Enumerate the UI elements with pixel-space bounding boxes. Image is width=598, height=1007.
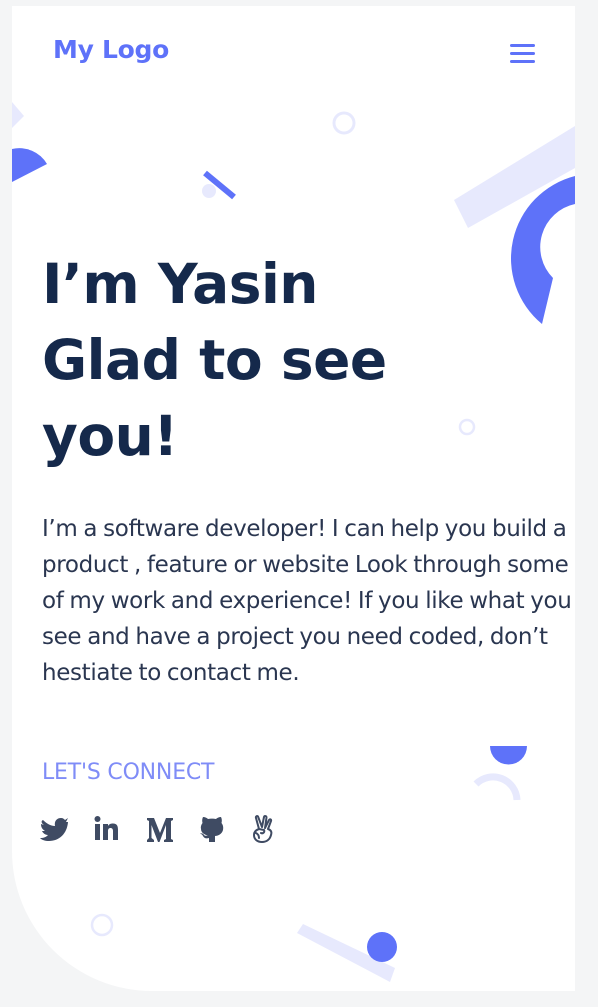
menu-bar bbox=[510, 52, 535, 55]
deco-band-right bbox=[454, 126, 575, 228]
hero-title-line-1: I’m Yasin bbox=[42, 252, 318, 316]
menu-bar bbox=[510, 44, 535, 47]
lets-connect-link[interactable]: LET'S CONNECT bbox=[42, 760, 214, 785]
hero-title-line-3: you! bbox=[42, 404, 178, 468]
deco-arc-bottom-right bbox=[473, 773, 521, 801]
deco-half-circle-bottom-right bbox=[490, 746, 527, 765]
hero-description: I’m a software developer! I can help you… bbox=[42, 516, 572, 686]
deco-slab-top-left bbox=[12, 102, 24, 128]
hero-title: I’m Yasin Glad to see you! bbox=[42, 246, 542, 474]
deco-ring-top bbox=[332, 111, 356, 135]
logo[interactable]: My Logo bbox=[53, 35, 169, 64]
twitter-icon[interactable] bbox=[40, 814, 74, 848]
deco-dot-small bbox=[202, 184, 216, 198]
menu-bar bbox=[510, 60, 535, 63]
deco-ring-bottom bbox=[90, 913, 114, 937]
deco-half-circle-left bbox=[12, 148, 47, 182]
linkedin-icon[interactable] bbox=[94, 814, 128, 848]
github-icon[interactable] bbox=[198, 814, 232, 848]
angellist-icon[interactable] bbox=[250, 814, 284, 848]
medium-icon[interactable] bbox=[146, 814, 180, 848]
deco-dot-bottom bbox=[367, 932, 397, 962]
hero-title-line-2: Glad to see bbox=[42, 328, 387, 392]
hamburger-menu-icon[interactable] bbox=[506, 42, 540, 68]
page-card: My Logo I’m Yasin Glad to see you! I’m a… bbox=[12, 6, 575, 991]
